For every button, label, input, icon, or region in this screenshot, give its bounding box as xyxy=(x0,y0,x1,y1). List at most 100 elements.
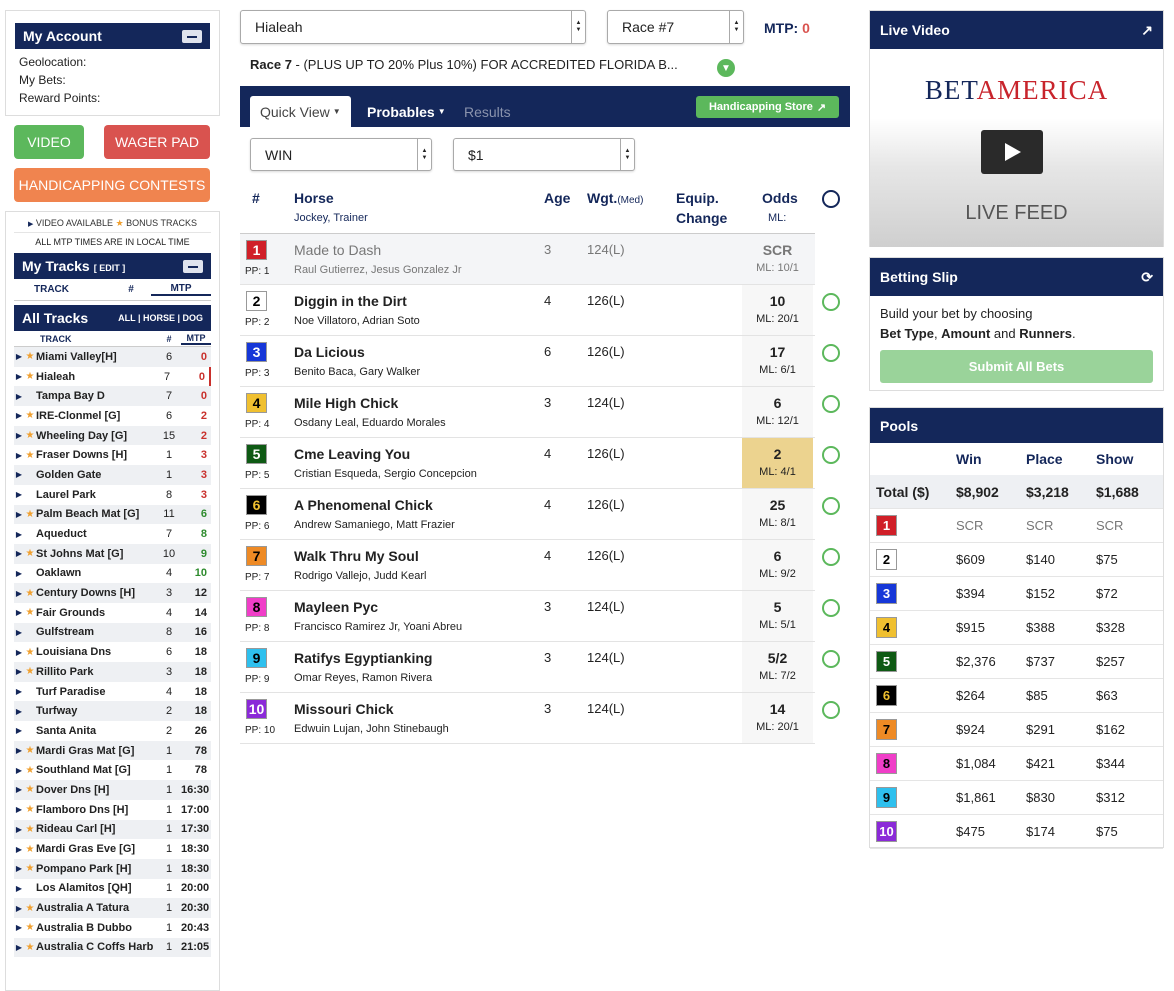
handicapping-store-button[interactable]: Handicapping Store ↗ xyxy=(696,96,839,118)
track-row[interactable]: ▶ ★ Fraser Downs [H] 1 3 xyxy=(14,445,211,465)
track-name: Los Alamitos [QH] xyxy=(36,882,132,895)
track-row[interactable]: ▶ ★ Louisiana Dns 6 18 xyxy=(14,642,211,662)
track-row[interactable]: ▶ ★ Australia B Dubbo 1 20:43 xyxy=(14,918,211,938)
track-row[interactable]: ▶ ★ Pompano Park [H] 1 18:30 xyxy=(14,858,211,879)
col-mtp[interactable]: MTP xyxy=(181,333,211,345)
video-player[interactable]: BETAMERICA LIVE FEED xyxy=(870,49,1163,247)
track-mtp: 18 xyxy=(194,665,207,678)
horse-name[interactable]: Missouri Chick xyxy=(294,701,394,717)
track-row[interactable]: ▶ Laurel Park 8 3 xyxy=(14,485,211,505)
select-runner-circle-icon[interactable] xyxy=(822,599,840,617)
post-position: PP: 3 xyxy=(245,368,270,379)
bet-type-select[interactable]: WIN ▲ ▼ xyxy=(250,138,432,171)
collapse-icon[interactable] xyxy=(183,259,203,273)
track-row[interactable]: ▶ Golden Gate 1 3 xyxy=(14,465,211,485)
track-row[interactable]: ▶ ★ Wheeling Day [G] 15 2 xyxy=(14,425,211,446)
runner-row[interactable]: 5 PP: 5 Cme Leaving You Cristian Esqueda, S… xyxy=(240,438,840,489)
track-row[interactable]: ▶ ★ IRE-Clonmel [G] 6 2 xyxy=(14,406,211,426)
slip-runners: Runners xyxy=(1019,326,1072,341)
track-mtp: 20:00 xyxy=(181,882,210,895)
track-row[interactable]: ▶ Turfway 2 18 xyxy=(14,701,211,722)
horse-name[interactable]: Cme Leaving You xyxy=(294,446,410,462)
horse-name[interactable]: Da Licious xyxy=(294,344,365,360)
track-row[interactable]: ▶ ★ Rillito Park 3 18 xyxy=(14,662,211,682)
video-button[interactable]: VIDEO xyxy=(14,125,84,159)
runner-row[interactable]: 6 PP: 6 A Phenomenal Chick Andrew Samaniego… xyxy=(240,489,840,540)
track-row[interactable]: ▶ ★ Australia A Tatura 1 20:30 xyxy=(14,898,211,918)
amount-select[interactable]: $1 ▲ ▼ xyxy=(453,138,635,171)
track-row[interactable]: ▶ Turf Paradise 4 18 xyxy=(14,682,211,702)
select-runner-circle-icon[interactable] xyxy=(822,497,840,515)
pool-place: $291 xyxy=(1026,722,1055,737)
track-row[interactable]: ▶ Gulfstream 8 16 xyxy=(14,622,211,643)
chevron-down-icon[interactable]: ▼ xyxy=(717,59,735,77)
select-runner-circle-icon[interactable] xyxy=(822,650,840,668)
track-row[interactable]: ▶ ★ Mardi Gras Mat [G] 1 78 xyxy=(14,740,211,761)
runner-row[interactable]: 7 PP: 7 Walk Thru My Soul Rodrigo Vallejo, … xyxy=(240,540,840,591)
horse-name[interactable]: Made to Dash xyxy=(294,242,381,258)
track-row[interactable]: ▶ Santa Anita 2 26 xyxy=(14,721,211,741)
jockey-trainer: Omar Reyes, Ramon Rivera xyxy=(294,672,433,684)
horse-weight: 124(L) xyxy=(587,242,625,257)
track-legend: ▶ VIDEO AVAILABLE ★ BONUS TRACKS xyxy=(6,212,219,232)
track-row[interactable]: ▶ Aqueduct 7 8 xyxy=(14,524,211,544)
track-select[interactable]: Hialeah ▲ ▼ xyxy=(240,10,586,44)
track-row[interactable]: ▶ ★ Fair Grounds 4 14 xyxy=(14,603,211,623)
horse-name[interactable]: A Phenomenal Chick xyxy=(294,497,433,513)
track-row[interactable]: ▶ ★ Hialeah 7 0 xyxy=(14,366,211,387)
track-row[interactable]: ▶ ★ Flamboro Dns [H] 1 17:00 xyxy=(14,800,211,820)
runner-row[interactable]: 4 PP: 4 Mile High Chick Osdany Leal, Eduard… xyxy=(240,387,840,438)
jockey-trainer: Edwuin Lujan, John Stinebaugh xyxy=(294,723,449,735)
track-mtp: 8 xyxy=(200,528,207,541)
select-runner-circle-icon[interactable] xyxy=(822,548,840,566)
track-type-filter[interactable]: ALL | HORSE | DOG xyxy=(118,313,203,323)
track-row[interactable]: ▶ ★ Dover Dns [H] 1 16:30 xyxy=(14,780,211,800)
track-row[interactable]: ▶ Los Alamitos [QH] 1 20:00 xyxy=(14,879,211,899)
handicapping-contests-button[interactable]: HANDICAPPING CONTESTS xyxy=(14,168,210,202)
tab-quick-view[interactable]: Quick View ▼ xyxy=(250,96,351,127)
col-mtp[interactable]: MTP xyxy=(151,283,211,296)
track-row[interactable]: ▶ ★ Southland Mat [G] 1 78 xyxy=(14,760,211,780)
select-runner-circle-icon[interactable] xyxy=(822,344,840,362)
runner-row[interactable]: 10 PP: 10 Missouri Chick Edwuin Lujan, John… xyxy=(240,693,840,744)
collapse-icon[interactable] xyxy=(182,29,202,43)
select-runner-circle-icon[interactable] xyxy=(822,701,840,719)
runner-row[interactable]: 2 PP: 2 Diggin in the Dirt Noe Villatoro, A… xyxy=(240,285,840,336)
tab-probables[interactable]: Probables ▼ xyxy=(357,96,456,127)
track-row[interactable]: ▶ ★ Century Downs [H] 3 12 xyxy=(14,583,211,603)
select-runner-circle-icon[interactable] xyxy=(822,395,840,413)
horse-name[interactable]: Diggin in the Dirt xyxy=(294,293,407,309)
play-icon[interactable] xyxy=(981,130,1043,174)
horse-name[interactable]: Ratifys Egyptianking xyxy=(294,650,432,666)
select-runner-circle-icon[interactable] xyxy=(822,293,840,311)
external-link-icon[interactable]: ↗ xyxy=(1141,22,1153,39)
track-row[interactable]: ▶ ★ Miami Valley[H] 6 0 xyxy=(14,347,211,367)
race-select[interactable]: Race #7 ▲ ▼ xyxy=(607,10,744,44)
tab-results[interactable]: Results xyxy=(454,96,521,127)
track-row[interactable]: ▶ Oaklawn 4 10 xyxy=(14,564,211,584)
track-row[interactable]: ▶ Tampa Bay D 7 0 xyxy=(14,386,211,407)
submit-all-bets-button[interactable]: Submit All Bets xyxy=(880,350,1153,383)
track-row[interactable]: ▶ ★ Rideau Carl [H] 1 17:30 xyxy=(14,819,211,840)
horse-name[interactable]: Mayleen Pyc xyxy=(294,599,378,615)
track-row[interactable]: ▶ ★ St Johns Mat [G] 10 9 xyxy=(14,543,211,564)
race-number: Race 7 xyxy=(250,57,292,72)
select-all-circle-icon[interactable] xyxy=(822,190,840,208)
bonus-star-icon: ★ xyxy=(25,823,35,835)
wager-pad-button[interactable]: WAGER PAD xyxy=(104,125,210,159)
runner-row[interactable]: 8 PP: 8 Mayleen Pyc Francisco Ramirez Jr, Y… xyxy=(240,591,840,642)
runner-row[interactable]: 9 PP: 9 Ratifys Egyptianking Omar Reyes, Ra… xyxy=(240,642,840,693)
track-row[interactable]: ▶ ★ Palm Beach Mat [G] 11 6 xyxy=(14,504,211,525)
program-number: 9 xyxy=(246,648,267,668)
horse-name[interactable]: Walk Thru My Soul xyxy=(294,548,419,564)
refresh-icon[interactable]: ⟳ xyxy=(1141,269,1153,286)
track-row[interactable]: ▶ ★ Mardi Gras Eve [G] 1 18:30 xyxy=(14,839,211,859)
runner-row[interactable]: 3 PP: 3 Da Licious Benito Baca, Gary Walker… xyxy=(240,336,840,387)
track-row[interactable]: ▶ ★ Australia C Coffs Harb 1 21:05 xyxy=(14,937,211,958)
edit-tracks-link[interactable]: [ EDIT ] xyxy=(94,263,126,273)
runner-row[interactable]: 1 PP: 1 Made to Dash Raul Gutierrez, Jesus … xyxy=(240,234,815,285)
race-tabs: Quick View ▼ Probables ▼ Results Handicapp… xyxy=(240,86,850,127)
col-track: TRACK xyxy=(34,284,69,295)
select-runner-circle-icon[interactable] xyxy=(822,446,840,464)
horse-name[interactable]: Mile High Chick xyxy=(294,395,398,411)
